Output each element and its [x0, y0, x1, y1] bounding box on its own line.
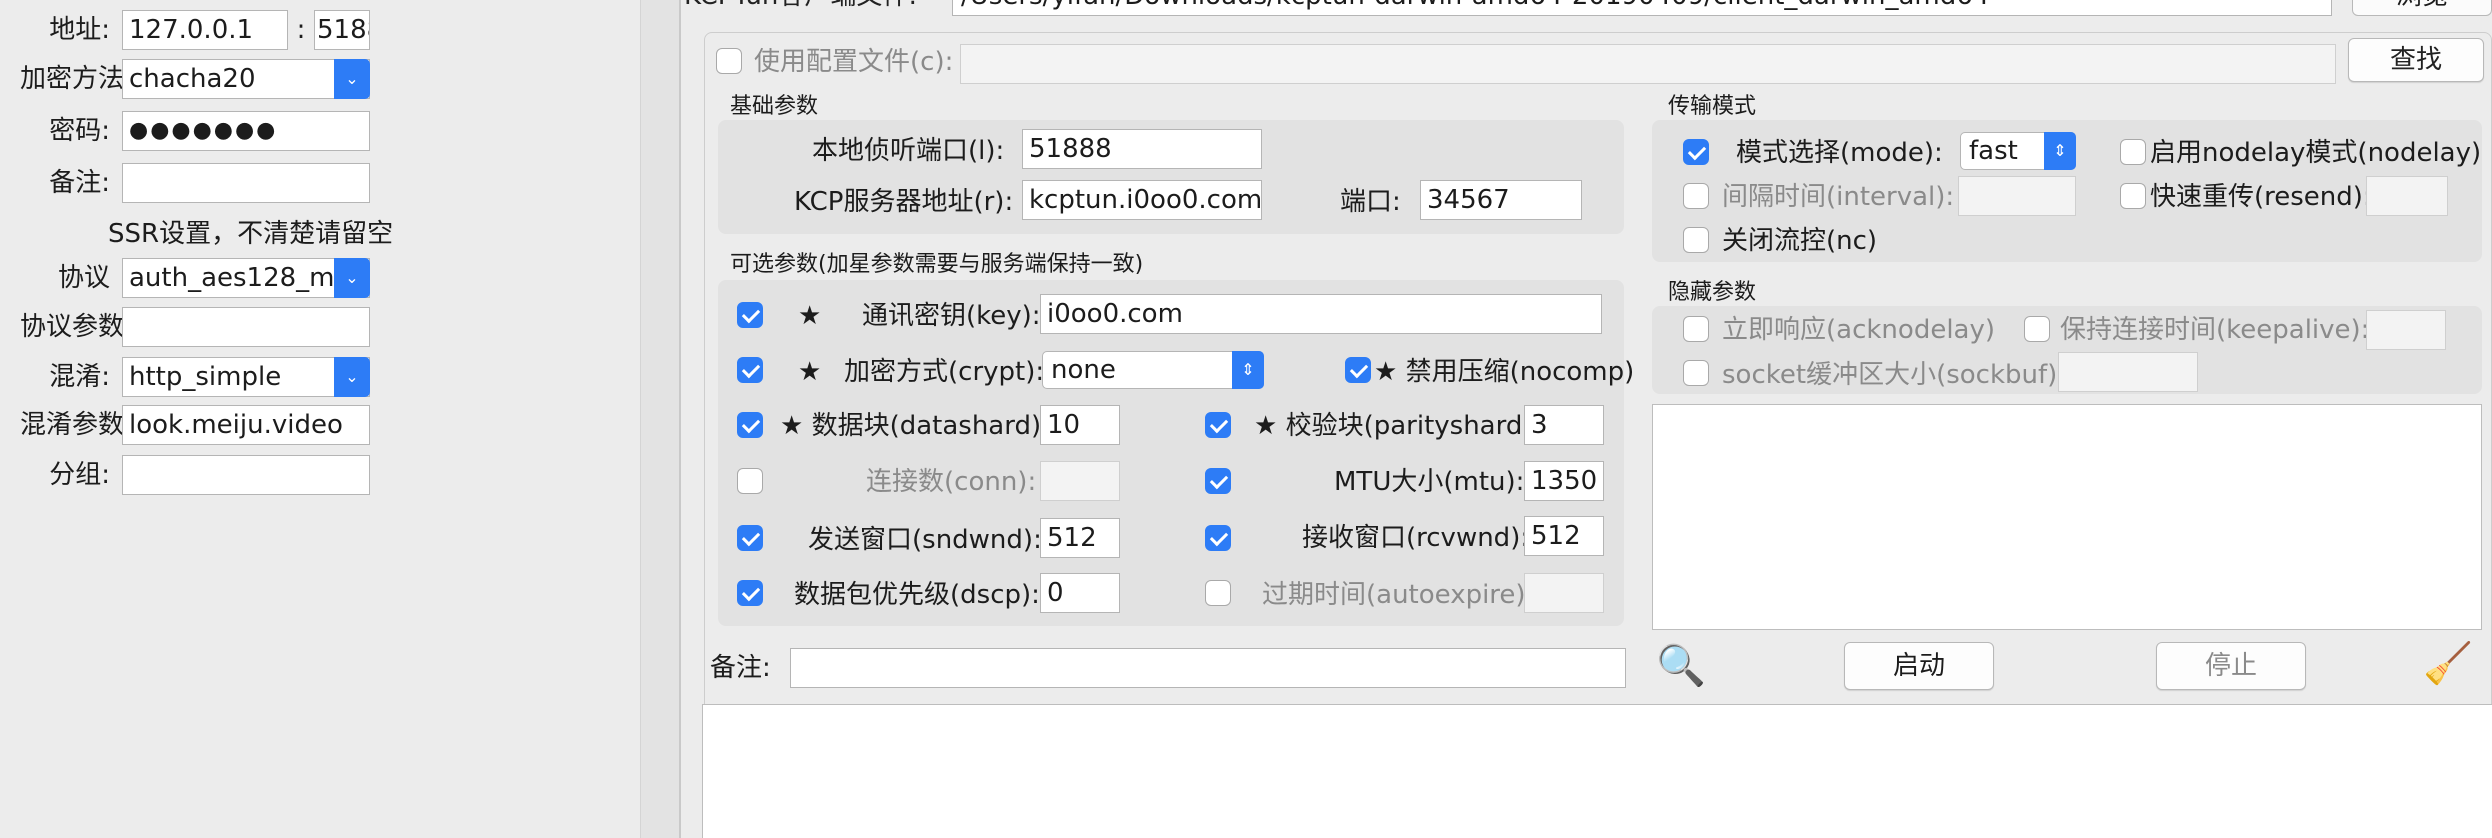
obfs-param-input[interactable]: look.meiju.video: [122, 405, 370, 445]
client-file-row: KCPTun客户端文件: /Users/yifan/Downloads/kcpt…: [682, 0, 2492, 16]
obfs-param-label: 混淆参数:: [20, 410, 133, 440]
client-file-path-input[interactable]: /Users/yifan/Downloads/kcptun-darwin-amd…: [952, 0, 2332, 16]
find-button[interactable]: 查找: [2348, 38, 2484, 82]
kcptun-main-box: 使用配置文件(c): 查找: [704, 32, 2492, 838]
group-label: 分组:: [49, 460, 110, 490]
encrypt-method-value: chacha20: [129, 64, 256, 94]
address-input[interactable]: 127.0.0.1: [122, 10, 288, 50]
client-file-label: KCPTun客户端文件:: [684, 0, 917, 16]
protocol-param-input[interactable]: [122, 307, 370, 347]
search-icon[interactable]: 🔍: [1654, 642, 1708, 690]
protocol-select[interactable]: auth_aes128_md5 ⌄: [122, 258, 370, 298]
obfs-label: 混淆:: [49, 362, 110, 392]
remark-input[interactable]: [122, 163, 370, 203]
browse-button-label: 浏览: [2353, 0, 2491, 15]
stop-button[interactable]: 停止: [2156, 642, 2306, 690]
port-separator: :: [296, 15, 306, 45]
chevron-down-icon: ⌄: [334, 357, 370, 397]
pane-divider[interactable]: [640, 0, 681, 838]
obfs-value: http_simple: [129, 362, 282, 392]
address-label: 地址:: [49, 15, 110, 45]
protocol-value: auth_aes128_md5: [129, 263, 368, 293]
ssr-settings-note: SSR设置，不清楚请留空: [108, 219, 394, 249]
port-input[interactable]: 51888: [314, 10, 370, 50]
chevron-down-icon: ⌄: [334, 258, 370, 298]
client-file-path-text: /Users/yifan/Downloads/kcptun-darwin-amd…: [961, 0, 1989, 15]
chevron-down-icon: ⌄: [334, 59, 370, 99]
ss-settings-pane: 地址: 127.0.0.1 : 51888 加密方法: chacha20 ⌄ 密…: [0, 0, 640, 838]
start-button[interactable]: 启动: [1844, 642, 1994, 690]
encrypt-method-select[interactable]: chacha20 ⌄: [122, 59, 370, 99]
remark-label: 备注:: [49, 168, 110, 198]
group-input[interactable]: [122, 455, 370, 495]
protocol-label: 协议: [57, 263, 110, 293]
browse-button[interactable]: 浏览: [2352, 0, 2492, 16]
password-input[interactable]: ●●●●●●●: [122, 111, 370, 151]
protocol-param-label: 协议参数:: [20, 312, 133, 342]
use-config-checkbox[interactable]: [716, 48, 742, 74]
obfs-select[interactable]: http_simple ⌄: [122, 357, 370, 397]
encrypt-method-label: 加密方法:: [20, 64, 133, 94]
password-label: 密码:: [49, 116, 110, 146]
broom-icon[interactable]: 🧹: [2420, 640, 2476, 688]
kcptun-settings-pane: KCPTun客户端文件: /Users/yifan/Downloads/kcpt…: [682, 0, 2492, 838]
